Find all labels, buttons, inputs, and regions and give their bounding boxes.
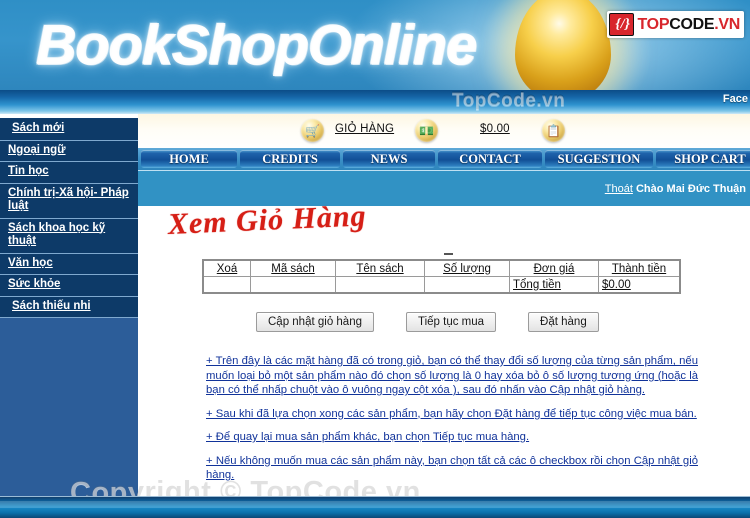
cart-total-link[interactable]: $0.00 [480,123,510,135]
instruction-line-1: + Trên đây là các mặt hàng đã có trong g… [206,355,698,396]
nav-item-news[interactable]: NEWS [343,150,435,168]
banner-strip: TopCode.vn Face [0,90,750,114]
sidebar-item-tin-hoc[interactable]: Tin học [0,162,138,184]
sidebar-item-sach-moi[interactable]: Sách mới [0,119,138,141]
cell-grand-total-label: Tổng tiền [509,276,599,294]
banner-watermark: TopCode.vn [452,90,566,111]
page-body: Xem Giỏ Hàng Xoá Mã sách Tên sách Số lượ… [138,199,750,496]
sidebar: Sách mới Ngoại ngữ Tin học Chính trị-Xã … [0,114,139,496]
cell-book-code [250,276,336,294]
clipboard-check-icon[interactable]: 📋 [542,119,565,142]
nav-item-shop-cart[interactable]: SHOP CART [656,150,750,168]
decorative-dash [444,253,453,255]
cell-grand-total-value: $0.00 [598,276,681,294]
account-info: Thoát Chào Mai Đức Thuận [605,183,746,195]
cart-link[interactable]: GIỎ HÀNG [335,123,394,135]
sidebar-menu: Sách mới Ngoại ngữ Tin học Chính trị-Xã … [0,119,138,318]
logout-link[interactable]: Thoát [605,183,633,195]
instructions-block: + Trên đây là các mặt hàng đã có trong g… [206,354,698,492]
instruction-line-4: + Nếu không muốn mua các sản phẩm này, b… [206,454,698,482]
instruction-line-3: + Để quay lại mua sản phẩm khác, bạn chọ… [206,431,530,443]
topcode-logo[interactable]: {/} TOPCODE.VN [607,11,744,38]
site-banner: BookShopOnline {/} TOPCODE.VN [0,0,750,90]
topcode-logo-mark-glyph: {/} [613,16,631,32]
nav-item-contact[interactable]: CONTACT [438,150,542,168]
money-icon[interactable]: 💵 [415,119,438,142]
topcode-logo-text: TOPCODE.VN [637,16,740,34]
cart-summary-bar: 🛒 GIỎ HÀNG 💵 $0.00 📋 [138,114,750,148]
logo-text-code: CODE [669,15,715,33]
continue-shopping-button[interactable]: Tiếp tục mua [406,312,497,332]
cell-quantity [424,276,510,294]
cart-action-buttons: Cập nhật giỏ hàng Tiếp tục mua Đặt hàng [256,312,599,332]
column-header-unit-price: Đơn giá [509,259,599,277]
column-header-book-name: Tên sách [335,259,425,277]
cart-table: Xoá Mã sách Tên sách Số lượng Đơn giá Th… [202,259,681,294]
column-header-quantity: Số lượng [424,259,510,277]
update-cart-button[interactable]: Cập nhật giỏ hàng [256,312,374,332]
sidebar-item-sach-khoa-hoc-ky-thuat[interactable]: Sách khoa học kỹ thuật [0,218,138,254]
instruction-line-2: + Sau khi đã lựa chọn xong các sản phẩm,… [206,407,697,420]
nav-item-credits[interactable]: CREDITS [240,150,340,168]
cell-book-name [335,276,425,294]
topcode-logo-mark: {/} [609,13,635,36]
table-row: Tổng tiền $0.00 [202,276,681,294]
place-order-button[interactable]: Đặt hàng [528,312,599,332]
column-header-amount: Thành tiền [598,259,681,277]
column-header-delete: Xoá [202,259,251,277]
footer-highlight [0,501,750,508]
table-header-row: Xoá Mã sách Tên sách Số lượng Đơn giá Th… [202,259,681,277]
sidebar-item-chinh-tri-xa-hoi-phap-luat[interactable]: Chính trị-Xã hội- Pháp luật [0,183,138,219]
cell-delete [202,276,251,294]
sidebar-item-van-hoc[interactable]: Văn học [0,253,138,275]
logo-text-top: TOP [637,15,670,33]
logo-text-vn: .VN [714,15,740,33]
shopping-cart-icon[interactable]: 🛒 [301,119,324,142]
content-area: 🛒 GIỎ HÀNG 💵 $0.00 📋 HOME CREDITS NEWS C… [138,114,750,496]
nav-item-home[interactable]: HOME [141,150,237,168]
nav-item-suggestion[interactable]: SUGGESTION [545,150,653,168]
column-header-book-code: Mã sách [250,259,336,277]
main-navigation: HOME CREDITS NEWS CONTACT SUGGESTION SHO… [138,148,750,170]
page-footer [0,496,750,518]
greeting-text: Chào Mai Đức Thuận [635,183,746,195]
account-band: Thoát Chào Mai Đức Thuận [138,170,750,207]
page-root: BookShopOnline {/} TOPCODE.VN TopCode.vn… [0,0,750,518]
sidebar-item-suc-khoe[interactable]: Sức khỏe [0,275,138,297]
page-title: Xem Giỏ Hàng [167,199,368,241]
sidebar-item-sach-thieu-nhi[interactable]: Sách thiếu nhi [0,296,138,318]
facebook-label[interactable]: Face [723,93,748,105]
sidebar-item-ngoai-ngu[interactable]: Ngoại ngữ [0,140,138,162]
